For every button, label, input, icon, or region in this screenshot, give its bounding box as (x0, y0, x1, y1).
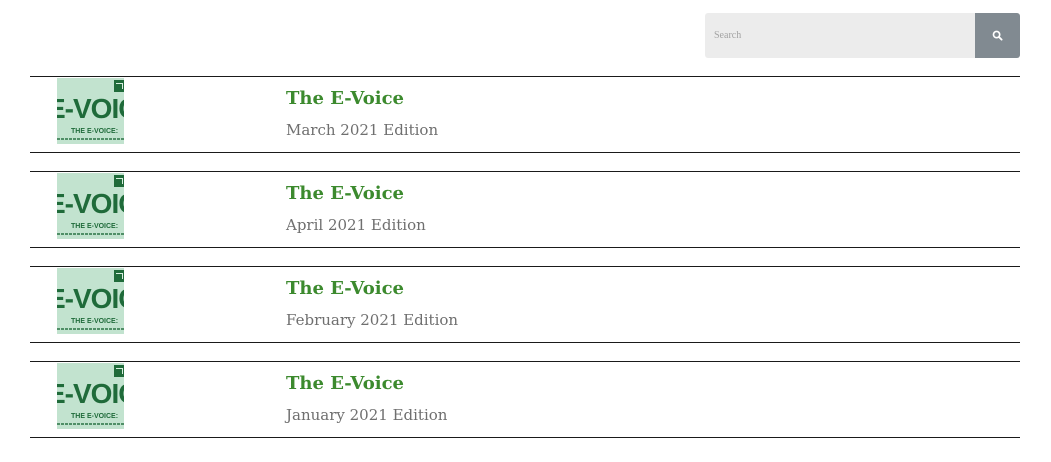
flag-icon (114, 270, 124, 282)
thumbnail-caption: THE E-VOICE: (71, 223, 119, 230)
newsletter-item: E-VOICE THE E-VOICE: The E-Voice April 2… (30, 171, 1020, 248)
search-icon (992, 30, 1003, 41)
newsletter-title-link[interactable]: The E-Voice (286, 278, 404, 299)
thumbnail-logo-text: E-VOICE (57, 283, 124, 314)
thumbnail-logo-text: E-VOICE (57, 93, 124, 124)
thumbnail-logo-text: E-VOICE (57, 188, 124, 219)
newsletter-edition: March 2021 Edition (286, 121, 439, 139)
newsletter-edition: January 2021 Edition (286, 406, 448, 424)
thumbnail-caption: THE E-VOICE: (71, 128, 119, 135)
thumbnail-fine-print (57, 138, 124, 140)
thumbnail-fine-print (57, 233, 124, 235)
newsletter-thumbnail[interactable]: E-VOICE THE E-VOICE: (57, 78, 124, 144)
search-form (705, 13, 1020, 58)
flag-icon (114, 80, 124, 92)
flag-icon (114, 175, 124, 187)
flag-icon (114, 365, 124, 377)
search-input[interactable] (705, 13, 975, 58)
newsletter-item: E-VOICE THE E-VOICE: The E-Voice January… (30, 361, 1020, 438)
newsletter-thumbnail[interactable]: E-VOICE THE E-VOICE: (57, 268, 124, 334)
newsletter-thumbnail[interactable]: E-VOICE THE E-VOICE: (57, 173, 124, 239)
thumbnail-fine-print (57, 328, 124, 330)
thumbnail-fine-print (57, 423, 124, 425)
newsletter-title-link[interactable]: The E-Voice (286, 373, 404, 394)
newsletter-title-link[interactable]: The E-Voice (286, 88, 404, 109)
page: E-VOICE THE E-VOICE: The E-Voice March 2… (0, 0, 1051, 462)
search-button[interactable] (975, 13, 1020, 58)
thumbnail-caption: THE E-VOICE: (71, 318, 119, 325)
newsletter-item: E-VOICE THE E-VOICE: The E-Voice Februar… (30, 266, 1020, 343)
newsletter-list: E-VOICE THE E-VOICE: The E-Voice March 2… (30, 76, 1020, 456)
newsletter-item: E-VOICE THE E-VOICE: The E-Voice March 2… (30, 76, 1020, 153)
newsletter-title-link[interactable]: The E-Voice (286, 183, 404, 204)
newsletter-edition: April 2021 Edition (286, 216, 426, 234)
thumbnail-caption: THE E-VOICE: (71, 413, 119, 420)
thumbnail-logo-text: E-VOICE (57, 378, 124, 409)
newsletter-edition: February 2021 Edition (286, 311, 459, 329)
newsletter-thumbnail[interactable]: E-VOICE THE E-VOICE: (57, 363, 124, 429)
